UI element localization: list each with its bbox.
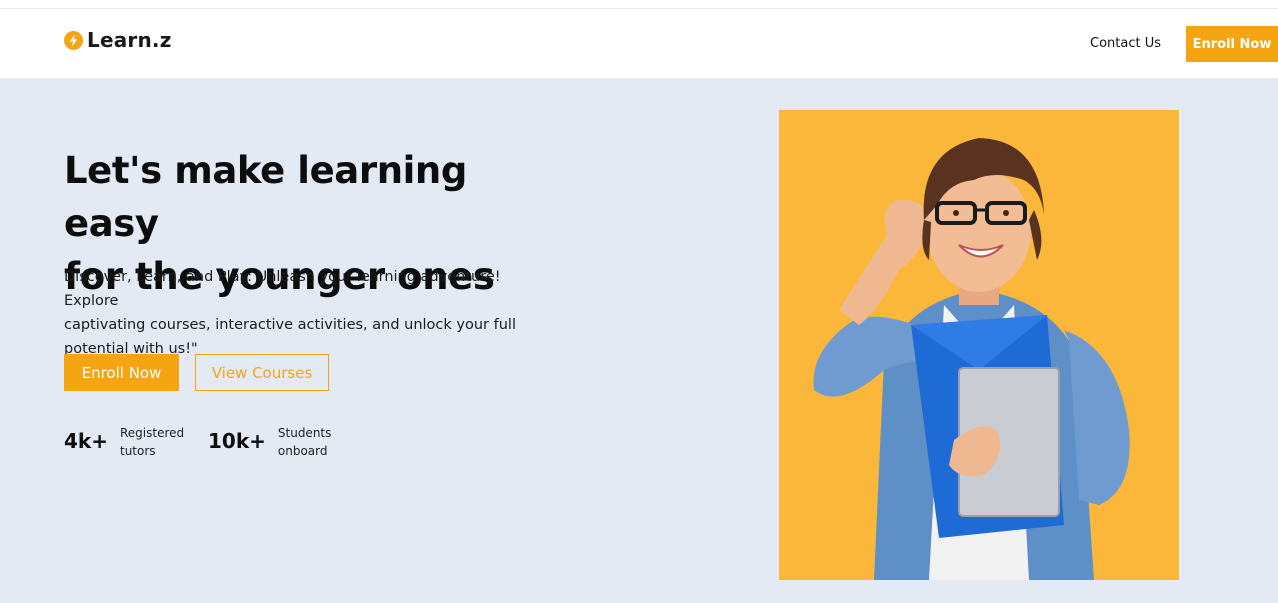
stat-value: 10k+: [208, 429, 266, 453]
hero-description-line: Discover, Learn, and Play: Unleash your …: [64, 269, 501, 309]
hero-section: Let's make learning easy for the younger…: [0, 78, 1278, 603]
contact-us-link[interactable]: Contact Us: [1090, 36, 1161, 51]
student-illustration: [779, 110, 1179, 580]
stat-value: 4k+: [64, 429, 108, 453]
stat-label: Registered tutors: [120, 424, 184, 460]
stat-tutors: 4k+ Registered tutors: [64, 424, 184, 460]
stat-label-line: tutors: [119, 444, 156, 458]
stat-label-line: onboard: [277, 444, 328, 458]
enroll-now-button[interactable]: Enroll Now: [64, 354, 179, 391]
view-courses-button[interactable]: View Courses: [195, 354, 329, 391]
stat-label: Students onboard: [278, 424, 332, 460]
hero-description-line: captivating courses, interactive activit…: [64, 317, 516, 333]
lightning-bolt-icon: [64, 30, 83, 50]
site-header: Learn.z Contact Us Enroll Now: [0, 9, 1278, 78]
header-enroll-button[interactable]: Enroll Now: [1186, 26, 1278, 62]
hero-student-image: [779, 110, 1179, 580]
logo[interactable]: Learn.z: [64, 28, 172, 52]
stat-label-line: Registered: [119, 426, 185, 440]
hero-title-line: Let's make learning easy: [64, 149, 467, 245]
logo-text: Learn.z: [87, 28, 172, 52]
stat-students: 10k+ Students onboard: [208, 424, 331, 460]
hero-description: Discover, Learn, and Play: Unleash your …: [64, 265, 559, 361]
stat-label-line: Students: [277, 426, 332, 440]
